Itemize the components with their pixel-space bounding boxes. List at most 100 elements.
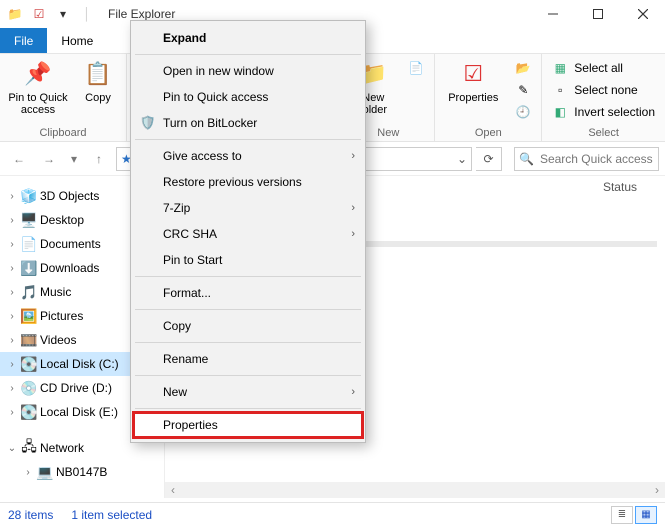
menu-bitlocker[interactable]: 🛡️ Turn on BitLocker — [133, 110, 363, 136]
copy-icon: 📋 — [82, 58, 114, 90]
tree-label: Documents — [40, 237, 101, 251]
invert-icon: ◧ — [552, 104, 568, 120]
twist-icon[interactable]: › — [6, 239, 18, 250]
group-label-select: Select — [548, 125, 659, 139]
tree-icon: 🖼️ — [20, 308, 38, 325]
submenu-arrow-icon: › — [351, 228, 355, 240]
twist-icon[interactable]: › — [6, 191, 18, 202]
new-item-button[interactable]: 📄 — [404, 58, 428, 78]
menu-label: Format... — [163, 286, 211, 300]
tab-file[interactable]: File — [0, 28, 47, 53]
history-icon: 🕘 — [515, 104, 531, 120]
menu-label: Turn on BitLocker — [163, 116, 257, 130]
history-button[interactable]: 🕘 — [511, 102, 535, 122]
tree-icon: 💽 — [20, 356, 38, 373]
menu-open-new-window[interactable]: Open in new window — [133, 58, 363, 84]
twist-icon[interactable]: › — [6, 407, 18, 418]
forward-button[interactable]: → — [36, 146, 62, 172]
pin-to-quick-access-button[interactable]: 📌 Pin to Quick access — [6, 58, 70, 116]
select-all-icon: ▦ — [552, 60, 568, 76]
group-label-open: Open — [441, 125, 535, 139]
ribbon-group-select: ▦ Select all ▫ Select none ◧ Invert sele… — [542, 54, 665, 141]
twist-icon[interactable]: › — [6, 287, 18, 298]
twist-icon[interactable]: › — [6, 335, 18, 346]
bitlocker-icon: 🛡️ — [139, 115, 157, 131]
menu-copy[interactable]: Copy — [133, 313, 363, 339]
scroll-right-icon[interactable]: › — [649, 482, 665, 498]
edit-icon: ✎ — [515, 82, 531, 98]
tree-label: Downloads — [40, 261, 99, 275]
new-smallstack: 📄 — [404, 58, 428, 116]
horizontal-scrollbar[interactable]: ‹ › — [165, 482, 665, 498]
properties-icon: ☑ — [457, 58, 489, 90]
tab-home[interactable]: Home — [47, 28, 107, 53]
open-button[interactable]: 📂 — [511, 58, 535, 78]
group-label-clipboard: Clipboard — [6, 125, 120, 139]
menu-7zip[interactable]: 7-Zip› — [133, 195, 363, 221]
open-smallstack: 📂 ✎ 🕘 — [511, 58, 535, 122]
tree-icon: 💽 — [20, 404, 38, 421]
search-icon: 🔍 — [519, 152, 534, 166]
qat-overflow-icon[interactable]: ▾ — [52, 3, 74, 25]
close-button[interactable] — [620, 0, 665, 28]
menu-rename[interactable]: Rename — [133, 346, 363, 372]
twist-icon[interactable]: › — [6, 263, 18, 274]
tree-item-network-child[interactable]: › 💻 NB0147B — [0, 460, 164, 484]
menu-pin-quick-access[interactable]: Pin to Quick access — [133, 84, 363, 110]
properties-button[interactable]: ☑ Properties — [441, 58, 505, 122]
submenu-arrow-icon: › — [351, 386, 355, 398]
tree-label: Music — [40, 285, 71, 299]
scroll-left-icon[interactable]: ‹ — [165, 482, 181, 498]
twist-icon[interactable]: › — [6, 359, 18, 370]
select-all-button[interactable]: ▦ Select all — [548, 58, 659, 78]
twist-icon[interactable]: › — [6, 215, 18, 226]
up-button[interactable]: ↑ — [86, 146, 112, 172]
menu-properties[interactable]: Properties — [133, 412, 363, 438]
invert-label: Invert selection — [574, 105, 655, 119]
menu-label: CRC SHA — [163, 227, 217, 241]
edit-button[interactable]: ✎ — [511, 80, 535, 100]
back-button[interactable]: ← — [6, 146, 32, 172]
ribbon-group-clipboard: 📌 Pin to Quick access 📋 Copy Clipboard — [0, 54, 127, 141]
tree-label: Local Disk (E:) — [40, 405, 118, 419]
icons-view-button[interactable]: ▦ — [635, 506, 657, 524]
details-view-button[interactable]: ≣ — [611, 506, 633, 524]
search-box[interactable]: 🔍 Search Quick access — [514, 147, 659, 171]
tree-icon: 🖥️ — [20, 212, 38, 229]
twist-icon[interactable]: › — [6, 383, 18, 394]
minimize-button[interactable] — [530, 0, 575, 28]
computer-icon: 💻 — [36, 464, 54, 481]
twist-icon[interactable]: › — [22, 467, 34, 478]
menu-expand[interactable]: Expand — [133, 25, 363, 51]
recent-locations-button[interactable]: ▾ — [66, 146, 82, 172]
status-bar: 28 items 1 item selected ≣ ▦ — [0, 502, 665, 526]
twist-icon[interactable]: ⌄ — [6, 443, 18, 454]
quick-access-toolbar: 📁 ☑ ▾ │ — [0, 3, 102, 25]
search-placeholder: Search Quick access — [540, 152, 653, 166]
menu-label: Give access to — [163, 149, 242, 163]
menu-pin-to-start[interactable]: Pin to Start — [133, 247, 363, 273]
twist-icon[interactable]: › — [6, 311, 18, 322]
address-dropdown-icon[interactable]: ⌄ — [457, 152, 467, 166]
column-header-status[interactable]: Status — [603, 180, 637, 194]
menu-restore-previous[interactable]: Restore previous versions — [133, 169, 363, 195]
tree-label: Desktop — [40, 213, 84, 227]
copy-button[interactable]: 📋 Copy — [76, 58, 120, 116]
menu-label: Properties — [163, 418, 218, 432]
menu-new[interactable]: New › — [133, 379, 363, 405]
tree-icon: 🎞️ — [20, 332, 38, 349]
qat-check-icon[interactable]: ☑ — [28, 3, 50, 25]
menu-label: Rename — [163, 352, 208, 366]
menu-label: New — [163, 385, 187, 399]
invert-selection-button[interactable]: ◧ Invert selection — [548, 102, 659, 122]
refresh-button[interactable]: ⟳ — [476, 147, 502, 171]
select-all-label: Select all — [574, 61, 623, 75]
submenu-arrow-icon: › — [351, 202, 355, 214]
menu-crc-sha[interactable]: CRC SHA › — [133, 221, 363, 247]
menu-label: Pin to Start — [163, 253, 222, 267]
select-none-button[interactable]: ▫ Select none — [548, 80, 659, 100]
menu-format[interactable]: Format... — [133, 280, 363, 306]
maximize-button[interactable] — [575, 0, 620, 28]
menu-give-access-to[interactable]: Give access to› — [133, 143, 363, 169]
qat-folder-icon[interactable]: 📁 — [4, 3, 26, 25]
